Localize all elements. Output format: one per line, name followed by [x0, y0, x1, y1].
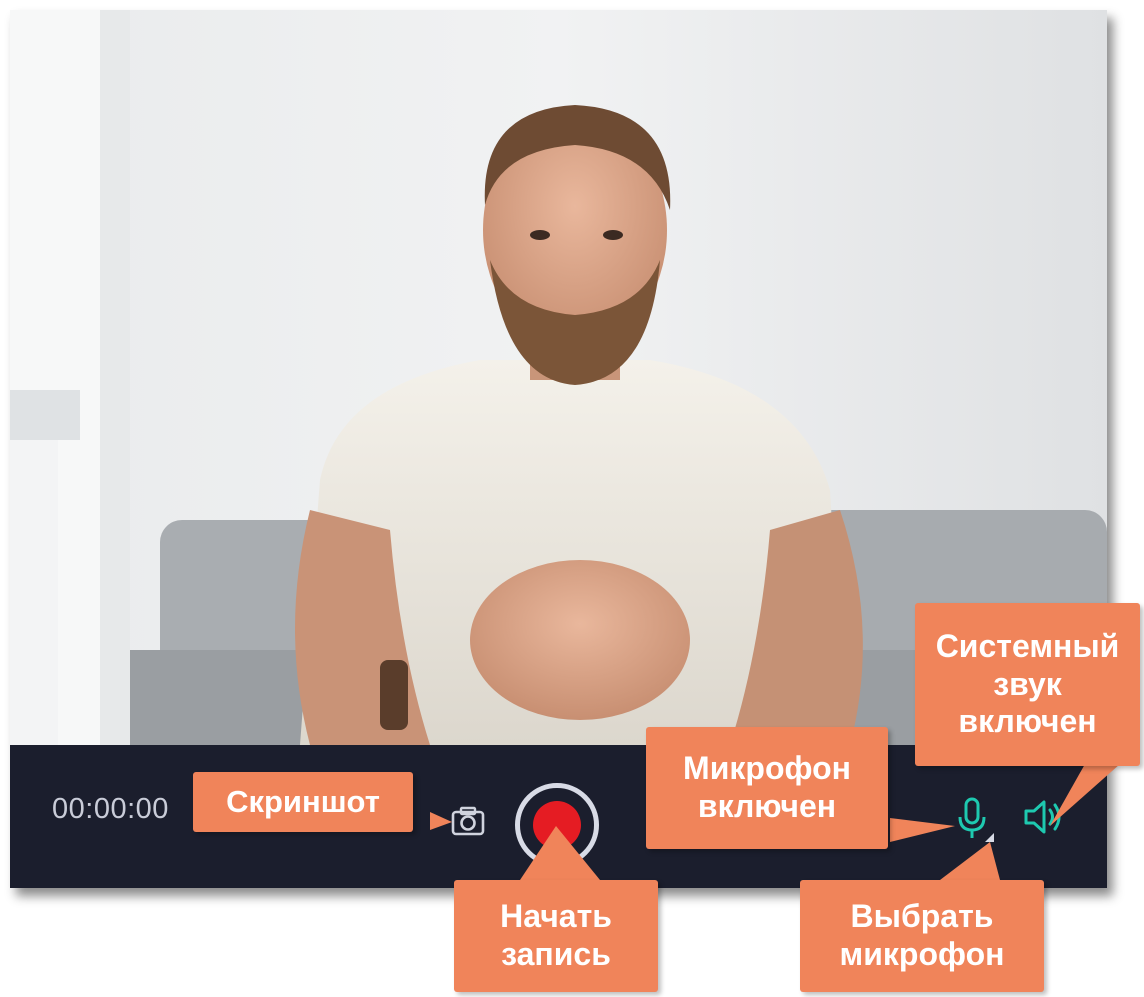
- tutorial-figure: 00:00:00 Скриншот Начать запись Микрофон…: [0, 0, 1144, 997]
- callout-line: звук: [993, 665, 1062, 702]
- callout-screenshot: Скриншот: [193, 772, 413, 832]
- callout-line: включен: [697, 788, 837, 824]
- callout-line: Микрофон: [683, 750, 851, 787]
- callout-line: Начать: [500, 898, 612, 935]
- callout-line: микрофон: [839, 936, 1005, 972]
- callout-line: запись: [501, 936, 611, 972]
- callout-line: включен: [958, 703, 1097, 740]
- callout-line: Выбрать: [850, 898, 994, 935]
- callout-line: Системный: [935, 627, 1120, 664]
- callout-system-sound-on: Системный звук включен: [915, 603, 1140, 766]
- callout-start-recording: Начать запись: [454, 880, 658, 992]
- callout-line: Скриншот: [226, 783, 380, 819]
- callout-microphone-on: Микрофон включен: [646, 727, 888, 849]
- callout-pointers: [430, 764, 1120, 880]
- callout-select-microphone: Выбрать микрофон: [800, 880, 1044, 992]
